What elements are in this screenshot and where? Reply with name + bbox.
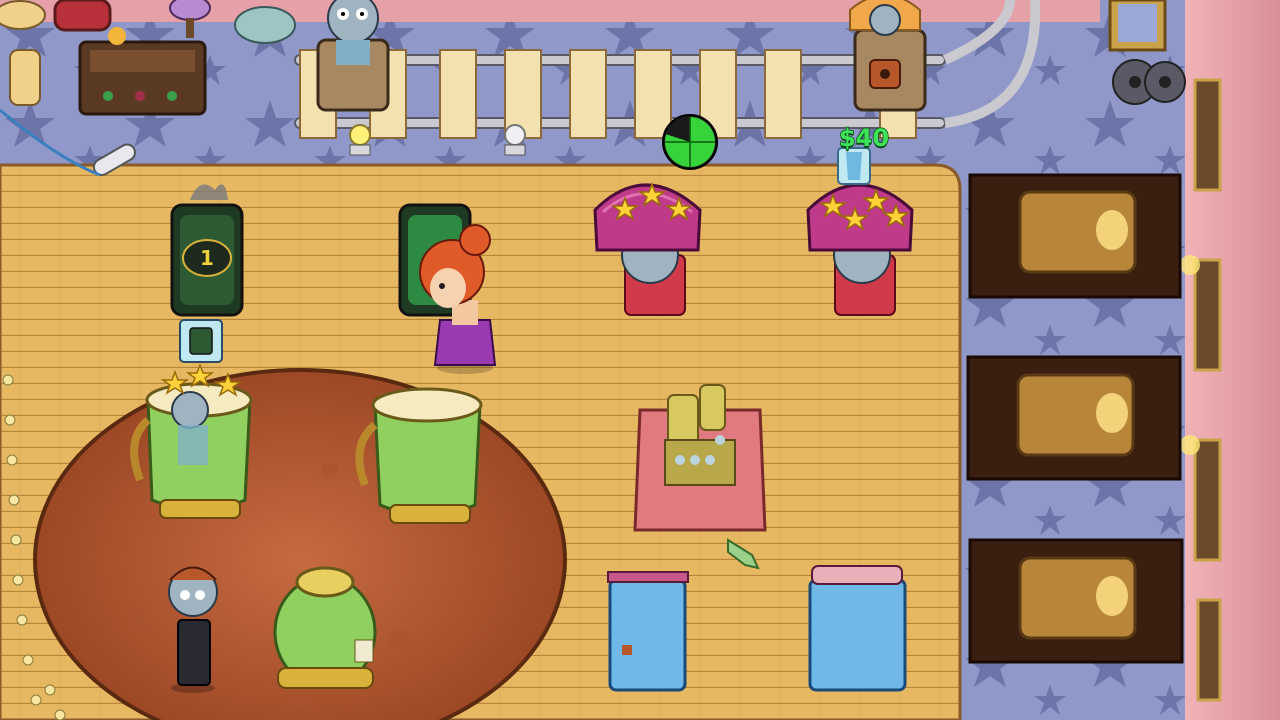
service-timer — [662, 114, 718, 170]
chair-red — [53, 0, 112, 32]
film-reel-icon — [1112, 59, 1186, 105]
coffin-slot-3[interactable] — [968, 538, 1184, 664]
game-scene — [0, 0, 1280, 720]
changing-booth-right[interactable] — [808, 565, 907, 692]
back-wall — [0, 0, 1100, 22]
station-number: 1 — [200, 246, 214, 270]
coffin-slot-1[interactable] — [968, 173, 1182, 299]
coffin-slot-2[interactable] — [966, 355, 1182, 481]
portrait-frame — [1108, 0, 1167, 52]
zombie-cart-locked[interactable] — [849, 0, 927, 112]
right-wall — [1180, 0, 1280, 720]
floor-light-left — [349, 124, 371, 156]
fan — [234, 6, 296, 44]
price-bubble — [837, 147, 871, 185]
changing-booth-left[interactable] — [607, 571, 689, 692]
zombie-cart-left[interactable] — [316, 0, 390, 112]
price-label: $40 — [838, 123, 890, 153]
floor-light-right — [504, 124, 526, 156]
bed-request-bubble — [179, 319, 223, 363]
